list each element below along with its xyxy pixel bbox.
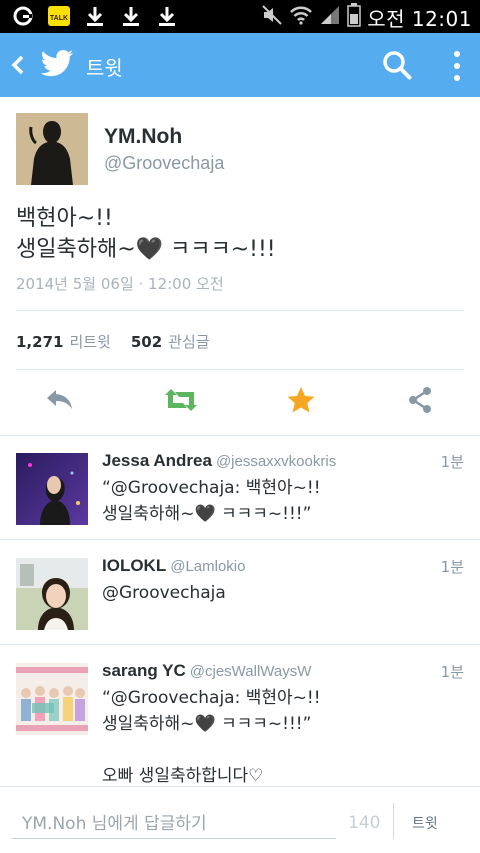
status-time: 오전 12:01 — [367, 7, 472, 31]
reply-text: “@Groovechaja: 백현아~!! 생일축하해~🖤 ㅋㅋㅋ~!!!” — [102, 478, 321, 524]
reply-author-name[interactable]: Jessa Andrea — [102, 451, 212, 470]
page-title: 트윗 — [86, 56, 123, 80]
action-bar: 트윗 — [0, 33, 480, 97]
avatar[interactable] — [16, 453, 88, 525]
retweets-count[interactable]: 1,271 — [16, 333, 63, 351]
reply-author-handle[interactable]: @cjesWallWaysW — [190, 663, 312, 680]
download-icon — [118, 4, 144, 28]
notification-g-icon — [10, 4, 36, 28]
reply-input[interactable] — [12, 809, 336, 839]
overflow-menu-icon[interactable] — [448, 49, 466, 83]
reply-composer: 140 트윗 — [0, 786, 480, 853]
reply-author[interactable]: IOLOKL @Lamlokio — [102, 556, 245, 576]
download-icon — [154, 4, 180, 28]
tweet-stats: 1,271 리트윗 502 관심글 — [16, 331, 210, 352]
author-handle[interactable]: @Groovechaja — [104, 153, 224, 174]
favorites-label[interactable]: 관심글 — [168, 331, 209, 352]
reply-author[interactable]: sarang YC @cjesWallWaysW — [102, 661, 311, 681]
svg-text:TALK: TALK — [50, 15, 68, 22]
reply-author[interactable]: Jessa Andrea @jessaxxvkookris — [102, 451, 336, 471]
divider — [16, 310, 464, 311]
back-chevron-icon[interactable] — [8, 51, 28, 79]
reply-author-handle[interactable]: @Lamlokio — [170, 558, 245, 575]
signal-icon — [319, 4, 341, 31]
reply-text: “@Groovechaja: 백현아~!! 생일축하해~🖤 ㅋㅋㅋ~!!!” 오… — [102, 688, 321, 785]
send-tweet-button[interactable]: 트윗 — [412, 813, 438, 833]
kakaotalk-icon: TALK — [46, 4, 72, 28]
share-icon[interactable] — [405, 385, 437, 415]
reply-time: 1분 — [440, 453, 464, 471]
reply-time: 1분 — [440, 663, 464, 681]
favorites-count[interactable]: 502 — [131, 333, 162, 351]
reply-icon[interactable] — [44, 385, 76, 415]
tweet-text: 백현아~!! 생일축하해~🖤 ㅋㅋㅋ~!!! — [16, 203, 276, 265]
avatar[interactable] — [16, 558, 88, 630]
reply-time: 1분 — [440, 558, 464, 576]
tweet-timestamp: 2014년 5월 06일 · 12:00 오전 — [16, 275, 224, 293]
favorite-star-icon[interactable] — [286, 385, 318, 415]
list-item[interactable]: IOLOKL @Lamlokio 1분 @Groovechaja — [0, 540, 480, 644]
divider — [393, 803, 394, 839]
reply-author-name[interactable]: sarang YC — [102, 661, 186, 680]
reply-author-handle[interactable]: @jessaxxvkookris — [216, 453, 336, 470]
battery-icon — [347, 3, 361, 32]
status-bar: TALK 오전 12:01 — [0, 0, 480, 33]
retweets-label[interactable]: 리트윗 — [69, 331, 110, 352]
download-icon — [82, 4, 108, 28]
tweet-text-line: 백현아~!! — [16, 206, 113, 231]
divider — [16, 369, 464, 370]
avatar[interactable] — [16, 663, 88, 735]
reply-author-name[interactable]: IOLOKL — [102, 556, 166, 575]
list-item[interactable]: Jessa Andrea @jessaxxvkookris 1분 “@Groove… — [0, 435, 480, 539]
reply-list: Jessa Andrea @jessaxxvkookris 1분 “@Groove… — [0, 435, 480, 785]
mute-icon — [261, 4, 283, 31]
reply-text: @Groovechaja — [102, 583, 226, 603]
tweet-text-line: 생일축하해~🖤 ㅋㅋㅋ~!!! — [16, 237, 276, 262]
tweet-actions — [0, 385, 480, 421]
list-item[interactable]: sarang YC @cjesWallWaysW 1분 “@Groovechaja… — [0, 645, 480, 785]
author-avatar[interactable] — [16, 113, 88, 185]
author-name[interactable]: YM.Noh — [104, 125, 182, 149]
search-icon[interactable] — [381, 49, 413, 81]
char-count: 140 — [348, 813, 381, 833]
twitter-bird-icon[interactable] — [40, 49, 74, 79]
wifi-icon — [289, 4, 313, 31]
retweet-icon[interactable] — [163, 385, 199, 415]
